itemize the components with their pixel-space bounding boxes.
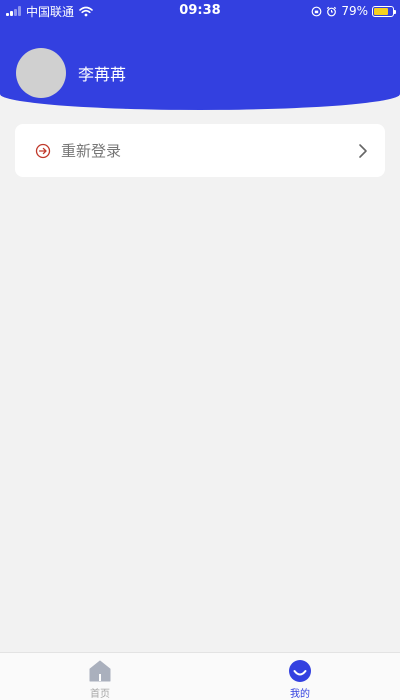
tab-mine[interactable]: 我的 [200, 653, 400, 700]
profile-header: 中国联通 09:38 79% 李苒苒 [0, 0, 400, 110]
relogin-icon [35, 143, 51, 158]
battery-percent: 79% [341, 4, 368, 18]
battery-icon [372, 5, 396, 17]
alarm-icon [327, 6, 337, 16]
relogin-item[interactable]: 重新登录 [15, 124, 385, 177]
user-info[interactable]: 李苒苒 [16, 48, 126, 98]
tab-home[interactable]: 首页 [0, 653, 200, 700]
app-screen: 中国联通 09:38 79% 李苒苒 重新登录 首页 我的 [0, 0, 400, 700]
home-icon [89, 660, 111, 682]
chevron-right-icon [359, 143, 367, 158]
status-right: 79% [311, 3, 396, 19]
orientation-lock-icon [311, 6, 322, 16]
tab-home-label: 首页 [90, 689, 110, 700]
tab-bar: 首页 我的 [0, 652, 400, 700]
status-bar: 中国联通 09:38 79% [0, 0, 400, 22]
user-name: 李苒苒 [78, 65, 127, 84]
relogin-label: 重新登录 [61, 142, 122, 160]
tab-mine-label: 我的 [290, 689, 310, 700]
avatar[interactable] [16, 48, 66, 98]
profile-tab-icon [289, 660, 311, 682]
